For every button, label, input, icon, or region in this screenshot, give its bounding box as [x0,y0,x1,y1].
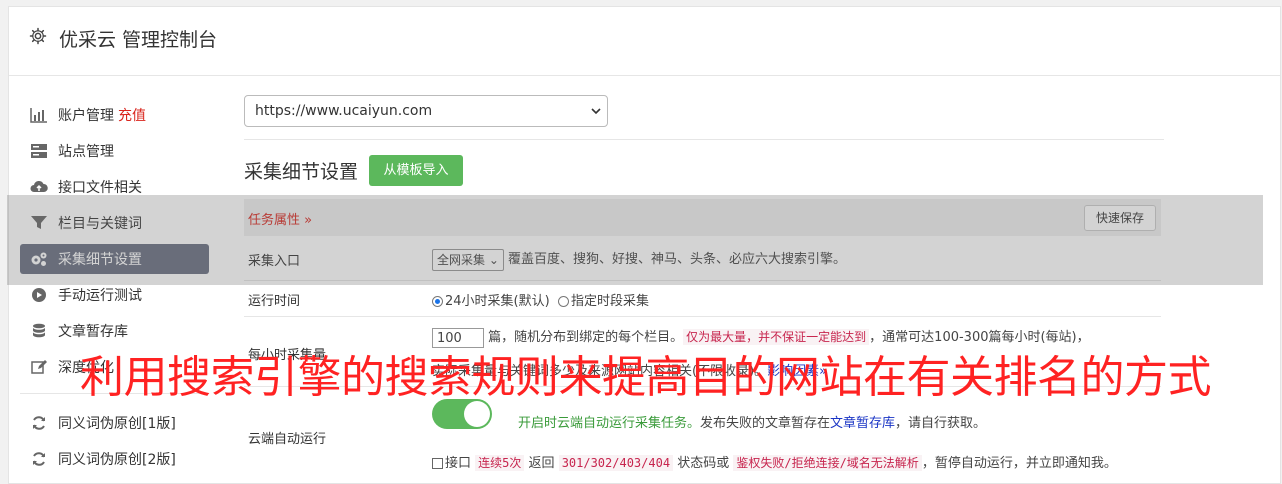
import-template-button[interactable]: 从模板导入 [369,155,463,186]
pause-on-error-checkbox[interactable] [432,458,443,469]
sidebar-item-account[interactable]: 账户管理 充值 [20,100,209,130]
sidebar-item-label: 账户管理 [58,108,114,124]
checkbox-label: 接口 [445,456,472,471]
sidebar-item-sites[interactable]: 站点管理 [20,136,209,166]
runtime-24h-radio[interactable] [432,296,443,307]
edit-icon [31,360,47,374]
sidebar-item-label: 同义词伪原创[2版] [58,452,176,468]
return-text: 返回 [528,456,555,471]
play-circle-icon [32,288,46,302]
site-select-value: https://www.ucaiyun.com [255,103,433,119]
sidebar-item-synonym-v1[interactable]: 同义词伪原创[1版] [20,408,209,438]
sidebar-item-label: 接口文件相关 [58,180,142,196]
row-content-line2: 接口 连续5次 返回 301/302/403/404 状态码或 鉴权失败/拒绝连… [432,452,1117,471]
dim-overlay [7,195,1263,285]
sidebar-item-synonym-v2[interactable]: 同义词伪原创[2版] [20,444,209,474]
overlay-caption: 利用搜索引擎的搜索规则来提高目的网站在有关排名的方式 [80,352,1212,403]
chevron-down-icon [591,108,601,115]
consecutive-note: 连续5次 [475,455,525,471]
site-select[interactable]: https://www.ucaiyun.com [244,95,608,127]
runtime-24h-label: 24小时采集(默认) [445,294,550,309]
sidebar-item-label: 站点管理 [58,144,114,160]
bar-chart-icon [30,108,47,123]
runtime-scheduled-label: 指定时段采集 [570,294,649,309]
refresh-icon [33,416,45,430]
page-title: 优采云 管理控制台 [59,29,218,51]
sidebar-item-label: 文章暂存库 [58,324,128,340]
row-content-line1: 开启时云端自动运行采集任务。发布失败的文章暂存在文章暂存库，请自行获取。 [518,412,986,431]
cloud-desc: 发布失败的文章暂存在 [700,416,831,431]
server-icon [31,144,47,158]
sidebar-item-label: 手动运行测试 [58,288,142,304]
database-icon [33,323,45,338]
refresh-icon [33,452,45,466]
row-runtime: 运行时间 24小时采集(默认) 指定时段采集 [244,280,1161,317]
status-codes: 301/302/403/404 [558,455,674,471]
section-title: 采集细节设置 [244,161,359,183]
row-content: 24小时采集(默认) 指定时段采集 [432,290,649,309]
cloud-upload-icon [30,180,48,192]
row-label: 运行时间 [248,294,301,309]
console-header: 优采云 管理控制台 [9,7,1280,76]
divider [244,139,1164,140]
runtime-scheduled-radio[interactable] [557,296,569,307]
cloud-desc2: ，请自行获取。 [895,416,987,431]
cloud-on-text: 开启时云端自动运行采集任务。 [518,416,701,431]
auth-fail-note: 鉴权失败/拒绝连接/域名无法解析 [733,455,922,471]
recharge-link[interactable]: 充值 [118,105,146,125]
sidebar-item-label: 同义词伪原创[1版] [58,416,176,432]
gear-icon [29,27,47,45]
row-label: 云端自动运行 [248,432,327,447]
pause-tail-text: ，暂停自动运行，并立即通知我。 [921,456,1117,471]
article-store-link[interactable]: 文章暂存库 [830,416,895,431]
status-code-text: 状态码或 [677,456,730,471]
